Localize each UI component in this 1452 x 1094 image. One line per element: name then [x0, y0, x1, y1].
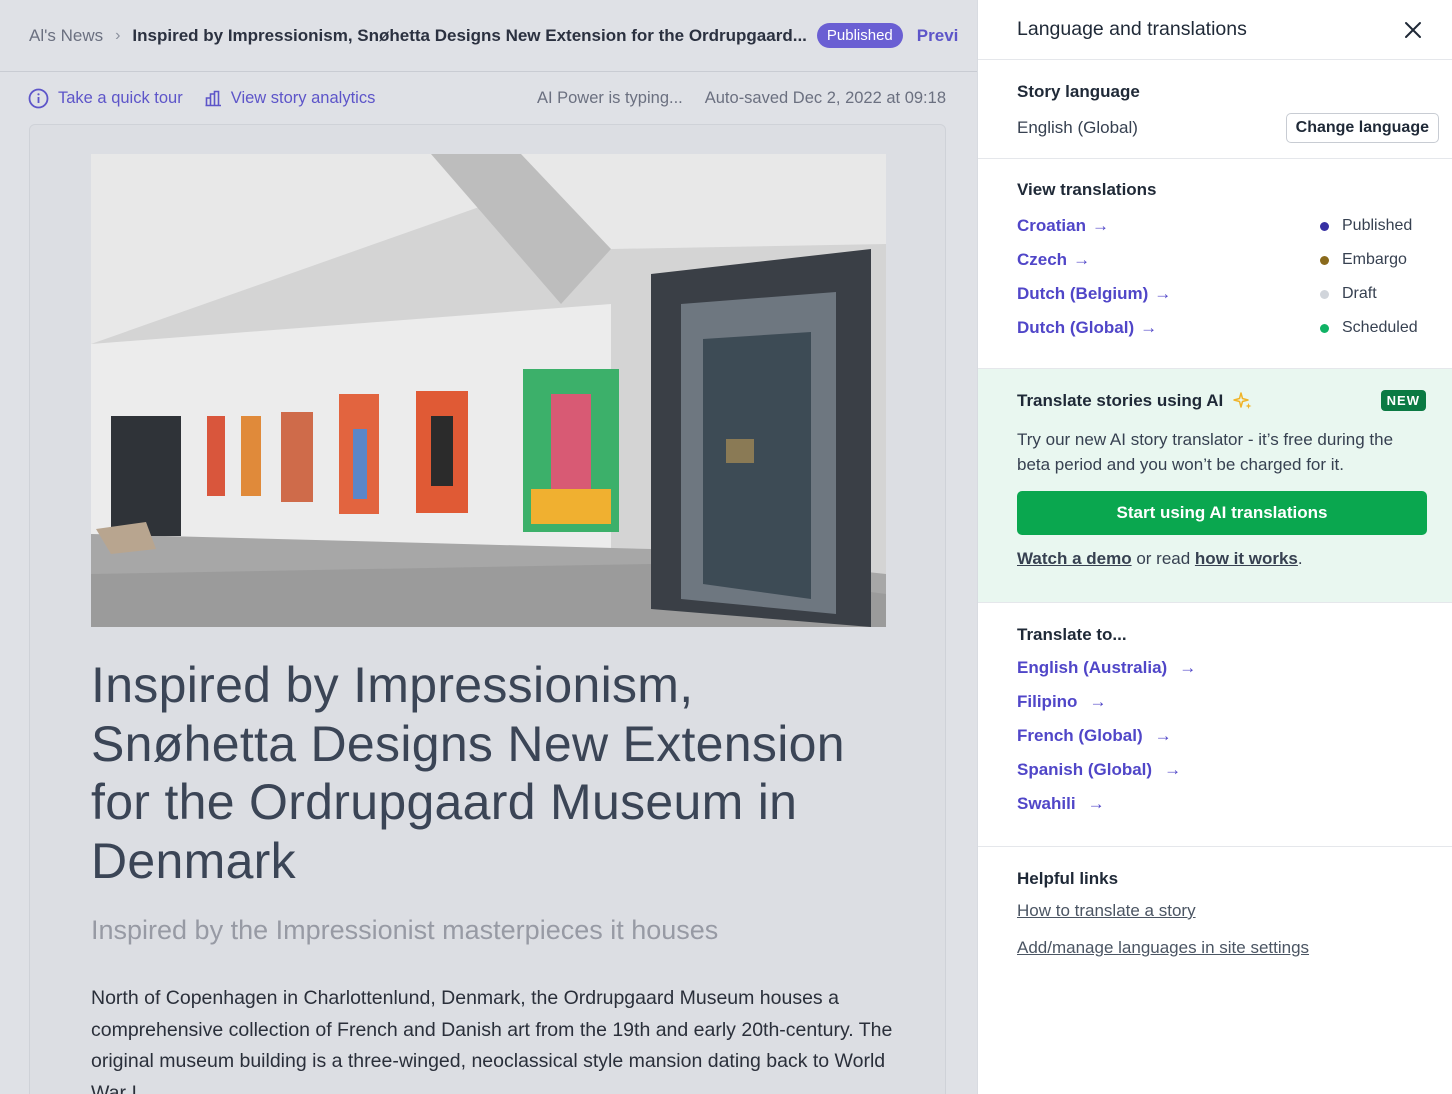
translate-to-swahili[interactable]: Swahili →: [1017, 787, 1426, 821]
story-language-heading: Story language: [1017, 82, 1140, 101]
ai-description: Try our new AI story translator - it’s f…: [1017, 430, 1394, 474]
close-button[interactable]: [1400, 17, 1426, 43]
status-dot: [1320, 255, 1329, 265]
translation-list: Croatian → Czech → Dutch (Belgium) → Dutch …: [1017, 209, 1320, 345]
arrow-right-icon: →: [1164, 760, 1182, 779]
panel-title: Language and translations: [1017, 18, 1247, 40]
editor-subbar: Take a quick tour View story analytics A…: [0, 72, 977, 124]
ai-footer-text: or read: [1131, 549, 1195, 568]
status-legend: Published Embargo Draft Scheduled: [1320, 209, 1432, 345]
panel-header: Language and translations: [978, 0, 1452, 60]
arrow-right-icon: →: [1089, 692, 1107, 711]
translation-link-czech[interactable]: Czech →: [1017, 243, 1320, 277]
hero-image[interactable]: [91, 154, 886, 627]
translations-panel: Language and translations Story language…: [977, 0, 1452, 1094]
article-body[interactable]: North of Copenhagen in Charlottenlund, D…: [91, 983, 911, 1094]
translation-link-dutch-global[interactable]: Dutch (Global) →: [1017, 311, 1320, 345]
arrow-right-icon: →: [1154, 284, 1172, 303]
legend-embargo: Embargo: [1320, 243, 1432, 277]
sparkles-icon: [1233, 391, 1252, 409]
arrow-right-icon: →: [1087, 794, 1105, 813]
language-label: English (Australia): [1017, 658, 1168, 677]
legend-label: Scheduled: [1342, 319, 1418, 336]
language-label: Spanish (Global): [1017, 760, 1153, 779]
change-language-button[interactable]: Change language: [1285, 113, 1439, 143]
info-icon: [28, 88, 49, 108]
language-label: Swahili: [1017, 794, 1076, 813]
museum-gallery-image: [91, 154, 886, 627]
bar-chart-icon: [205, 90, 221, 106]
breadcrumb-story-title: Inspired by Impressionism, Snøhetta Desi…: [132, 25, 807, 45]
editor-topbar: Al's News › Inspired by Impressionism, S…: [0, 0, 977, 72]
legend-label: Embargo: [1342, 251, 1407, 268]
arrow-right-icon: →: [1154, 726, 1172, 745]
helpful-links-heading: Helpful links: [1017, 869, 1119, 888]
translate-to-section: Translate to... English (Australia) → Fil…: [978, 603, 1452, 847]
view-translations-section: View translations Croatian → Czech → Dutch…: [978, 159, 1452, 369]
new-badge: NEW: [1380, 390, 1426, 411]
article-card: Inspired by Impressionism, Snøhetta Desi…: [29, 124, 946, 1094]
view-translations-heading: View translations: [1017, 180, 1157, 199]
language-label: French (Global): [1017, 726, 1143, 745]
ai-heading: Translate stories using AI: [1017, 390, 1224, 410]
ai-translate-section: Translate stories using AI NEW Try our n…: [978, 369, 1452, 603]
translation-link-croatian[interactable]: Croatian →: [1017, 209, 1320, 243]
translate-to-filipino[interactable]: Filipino →: [1017, 685, 1426, 719]
translate-to-list: English (Australia) → Filipino → French (G…: [1017, 651, 1426, 821]
arrow-right-icon: →: [1179, 658, 1197, 677]
translation-label: Dutch (Global): [1017, 318, 1135, 337]
translation-link-dutch-belgium[interactable]: Dutch (Belgium) →: [1017, 277, 1320, 311]
typing-status: AI Power is typing...: [536, 88, 683, 107]
translation-label: Croatian: [1017, 216, 1086, 235]
legend-label: Draft: [1342, 285, 1377, 302]
preview-link[interactable]: Previ: [917, 26, 959, 46]
story-analytics-link[interactable]: View story analytics: [205, 88, 376, 108]
language-label: Filipino: [1017, 692, 1078, 711]
legend-draft: Draft: [1320, 277, 1432, 311]
story-editor: Al's News › Inspired by Impressionism, S…: [0, 0, 977, 1094]
start-ai-translations-button[interactable]: Start using AI translations: [1017, 491, 1427, 535]
translate-to-spanish-global[interactable]: Spanish (Global) →: [1017, 753, 1426, 787]
quick-tour-label: Take a quick tour: [58, 88, 183, 107]
legend-published: Published: [1320, 209, 1432, 243]
legend-label: Published: [1342, 217, 1413, 234]
ai-footer: Watch a demo or read how it works.: [1017, 549, 1426, 569]
story-analytics-label: View story analytics: [230, 88, 376, 107]
status-dot: [1320, 323, 1329, 333]
translate-to-heading: Translate to...: [1017, 625, 1127, 644]
close-icon: [1405, 21, 1421, 38]
story-language-section: Story language English (Global) Change l…: [978, 60, 1452, 159]
legend-scheduled: Scheduled: [1320, 311, 1432, 345]
article-subtitle[interactable]: Inspired by the Impressionist masterpiec…: [91, 915, 718, 946]
chevron-right-icon: ›: [115, 26, 121, 44]
autosave-status: Auto-saved Dec 2, 2022 at 09:18: [704, 88, 946, 107]
arrow-right-icon: →: [1140, 318, 1158, 337]
manage-languages-link[interactable]: Add/manage languages in site settings: [1017, 938, 1426, 958]
arrow-right-icon: →: [1073, 250, 1091, 269]
arrow-right-icon: →: [1091, 216, 1109, 235]
story-language-value: English (Global): [1017, 118, 1138, 137]
translate-to-english-australia[interactable]: English (Australia) →: [1017, 651, 1426, 685]
status-badge: Published: [816, 23, 903, 48]
translation-label: Dutch (Belgium): [1017, 284, 1149, 303]
translate-to-french-global[interactable]: French (Global) →: [1017, 719, 1426, 753]
ai-footer-end: .: [1297, 549, 1303, 568]
breadcrumb-root[interactable]: Al's News: [29, 26, 103, 46]
how-it-works-link[interactable]: how it works: [1195, 549, 1298, 568]
translation-label: Czech: [1017, 250, 1068, 269]
quick-tour-link[interactable]: Take a quick tour: [28, 88, 183, 109]
how-to-translate-link[interactable]: How to translate a story: [1017, 901, 1426, 921]
watch-demo-link[interactable]: Watch a demo: [1017, 549, 1132, 568]
status-dot: [1320, 221, 1329, 231]
helpful-links-section: Helpful links How to translate a story A…: [978, 847, 1452, 958]
status-dot: [1320, 289, 1329, 299]
article-title[interactable]: Inspired by Impressionism, Snøhetta Desi…: [91, 656, 891, 890]
